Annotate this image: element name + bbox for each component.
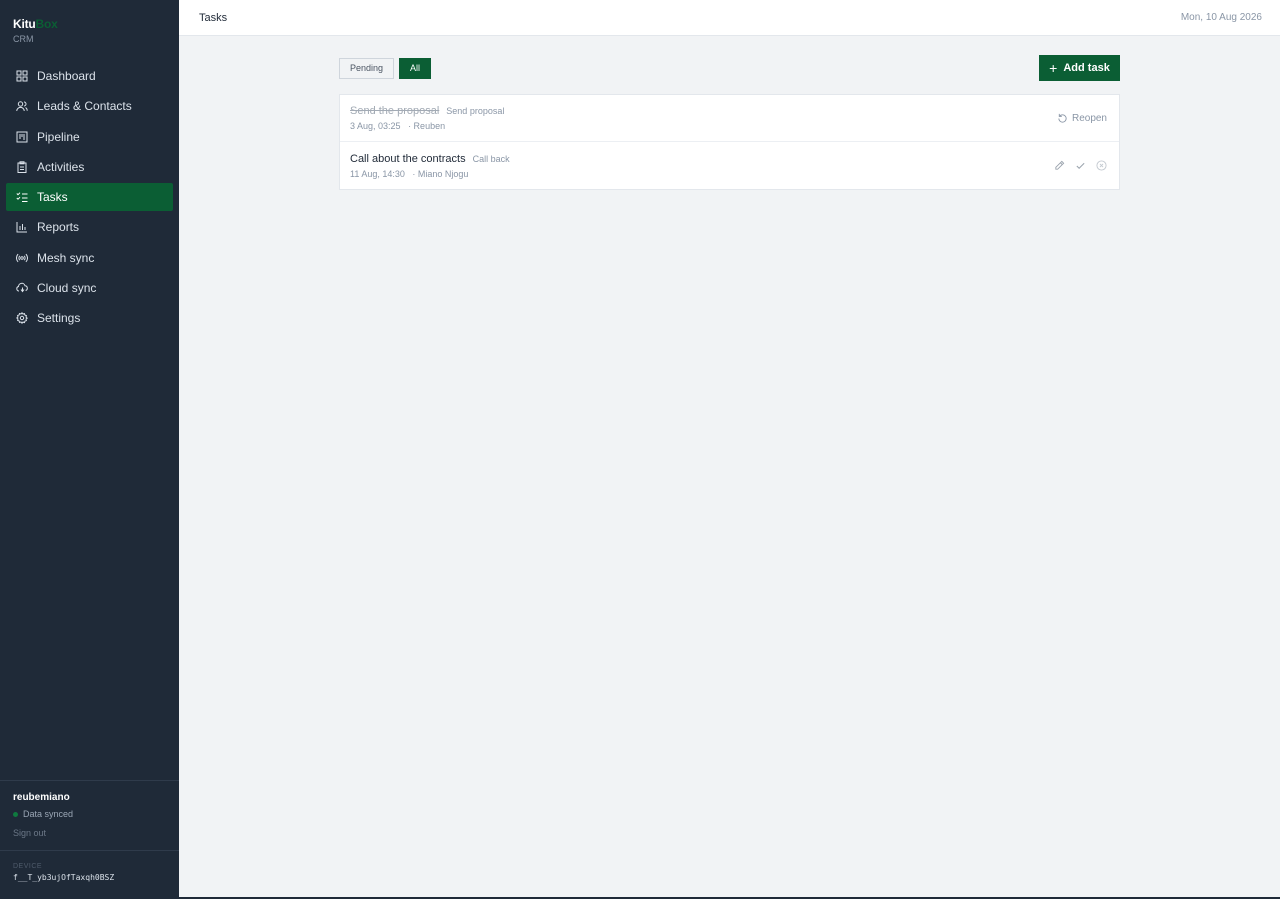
device-id: f__T_yb3ujOfTaxqh0BSZ bbox=[13, 873, 115, 882]
sidebar-item-label: Tasks bbox=[37, 190, 68, 205]
brand-subtitle: CRM bbox=[13, 34, 34, 44]
sidebar-item-pipeline[interactable]: Pipeline bbox=[6, 123, 173, 151]
sync-status-label: Data synced bbox=[23, 809, 74, 819]
sidebar-item-label: Activities bbox=[37, 159, 85, 174]
sidebar-item-label: Cloud sync bbox=[37, 281, 97, 296]
current-date: Mon, 10 Aug 2026 bbox=[1180, 12, 1262, 23]
task-filters: Pending All bbox=[339, 57, 432, 79]
sidebar-item-tasks[interactable]: Tasks bbox=[6, 183, 173, 212]
device-label: DEVICE bbox=[13, 863, 43, 870]
brand: KituBox CRM bbox=[0, 0, 179, 62]
kanban-icon bbox=[16, 131, 28, 143]
clipboard-icon bbox=[16, 161, 28, 173]
sidebar: KituBox CRM Dashboard Leads & Contacts P… bbox=[0, 0, 179, 899]
page-title: Tasks bbox=[199, 11, 228, 24]
complete-check-icon[interactable] bbox=[1074, 160, 1086, 172]
reopen-label: Reopen bbox=[1071, 112, 1107, 124]
cloud-sync-icon bbox=[16, 282, 28, 294]
sidebar-item-label: Dashboard bbox=[37, 69, 96, 83]
sidebar-item-label: Settings bbox=[37, 311, 81, 326]
radio-icon bbox=[16, 252, 28, 264]
plus-icon: + bbox=[1049, 60, 1058, 76]
gear-icon bbox=[16, 312, 28, 325]
task-list: Send the proposal Send proposal 3 Aug, 0… bbox=[339, 94, 1120, 190]
grid-icon bbox=[16, 70, 28, 82]
task-heading: Send the proposal Send proposal bbox=[350, 105, 504, 117]
app-root: KituBox CRM Dashboard Leads & Contacts P… bbox=[0, 0, 1280, 899]
task-heading: Call about the contracts Call back bbox=[350, 153, 510, 165]
sidebar-item-label: Leads & Contacts bbox=[37, 99, 132, 114]
status-dot-icon bbox=[13, 811, 18, 817]
add-task-button[interactable]: + Add task bbox=[1039, 55, 1120, 81]
sidebar-item-label: Pipeline bbox=[37, 129, 80, 144]
device-panel: DEVICE f__T_yb3ujOfTaxqh0BSZ bbox=[0, 850, 179, 899]
task-title: Send the proposal bbox=[350, 105, 440, 117]
task-row[interactable]: Send the proposal Send proposal 3 Aug, 0… bbox=[340, 95, 1119, 142]
reopen-icon bbox=[1057, 113, 1068, 124]
task-contact: · Reuben bbox=[408, 121, 446, 131]
sidebar-item-reports[interactable]: Reports bbox=[6, 213, 173, 241]
users-icon bbox=[16, 100, 28, 112]
task-info: Call about the contracts Call back 11 Au… bbox=[350, 153, 510, 179]
topbar: Tasks Mon, 10 Aug 2026 bbox=[179, 0, 1280, 36]
task-row[interactable]: Call about the contracts Call back 11 Au… bbox=[340, 142, 1119, 189]
task-type: Send proposal bbox=[446, 106, 505, 116]
sync-status: Data synced bbox=[13, 809, 166, 819]
sidebar-item-mesh-sync[interactable]: Mesh sync bbox=[6, 244, 173, 272]
filter-all-button[interactable]: All bbox=[399, 57, 432, 79]
user-name: reubemiano bbox=[13, 792, 70, 803]
main-area: Tasks Mon, 10 Aug 2026 Pending All + Add… bbox=[179, 0, 1280, 899]
task-due: 3 Aug, 03:25 bbox=[350, 121, 401, 131]
sidebar-item-cloud-sync[interactable]: Cloud sync bbox=[6, 274, 173, 302]
bar-chart-icon bbox=[16, 221, 28, 233]
task-meta: 3 Aug, 03:25 · Reuben bbox=[350, 121, 504, 131]
task-info: Send the proposal Send proposal 3 Aug, 0… bbox=[350, 105, 504, 131]
sign-out-link[interactable]: Sign out bbox=[13, 828, 46, 838]
tasks-content: Pending All + Add task Send the proposal… bbox=[339, 55, 1120, 190]
delete-circle-icon[interactable] bbox=[1095, 160, 1107, 172]
task-due: 11 Aug, 14:30 bbox=[350, 168, 405, 179]
brand-name-part2: Box bbox=[35, 17, 58, 31]
checklist-icon bbox=[16, 191, 28, 203]
sidebar-item-activities[interactable]: Activities bbox=[6, 153, 173, 181]
sidebar-item-label: Reports bbox=[37, 220, 80, 235]
task-title: Call about the contracts bbox=[350, 152, 466, 165]
sidebar-nav: Dashboard Leads & Contacts Pipeline Acti… bbox=[0, 62, 179, 335]
filter-pending-button[interactable]: Pending bbox=[339, 57, 395, 79]
sidebar-item-dashboard[interactable]: Dashboard bbox=[6, 62, 173, 90]
task-meta: 11 Aug, 14:30 · Miano Njogu bbox=[350, 169, 510, 179]
task-actions: Reopen bbox=[1057, 113, 1107, 124]
reopen-button[interactable]: Reopen bbox=[1057, 113, 1107, 124]
task-contact: · Miano Njogu bbox=[412, 168, 469, 179]
task-actions bbox=[1053, 160, 1107, 172]
brand-logo[interactable]: KituBox bbox=[13, 17, 166, 31]
edit-pencil-icon[interactable] bbox=[1053, 160, 1065, 172]
sidebar-item-settings[interactable]: Settings bbox=[6, 304, 173, 332]
add-task-label: Add task bbox=[1063, 62, 1110, 74]
tasks-toolbar: Pending All + Add task bbox=[339, 55, 1120, 81]
task-type: Call back bbox=[472, 153, 510, 164]
sidebar-item-label: Mesh sync bbox=[37, 250, 95, 265]
brand-name-part1: Kitu bbox=[13, 17, 36, 31]
user-panel: reubemiano Data synced Sign out bbox=[0, 780, 179, 850]
sidebar-item-leads-contacts[interactable]: Leads & Contacts bbox=[6, 92, 173, 120]
